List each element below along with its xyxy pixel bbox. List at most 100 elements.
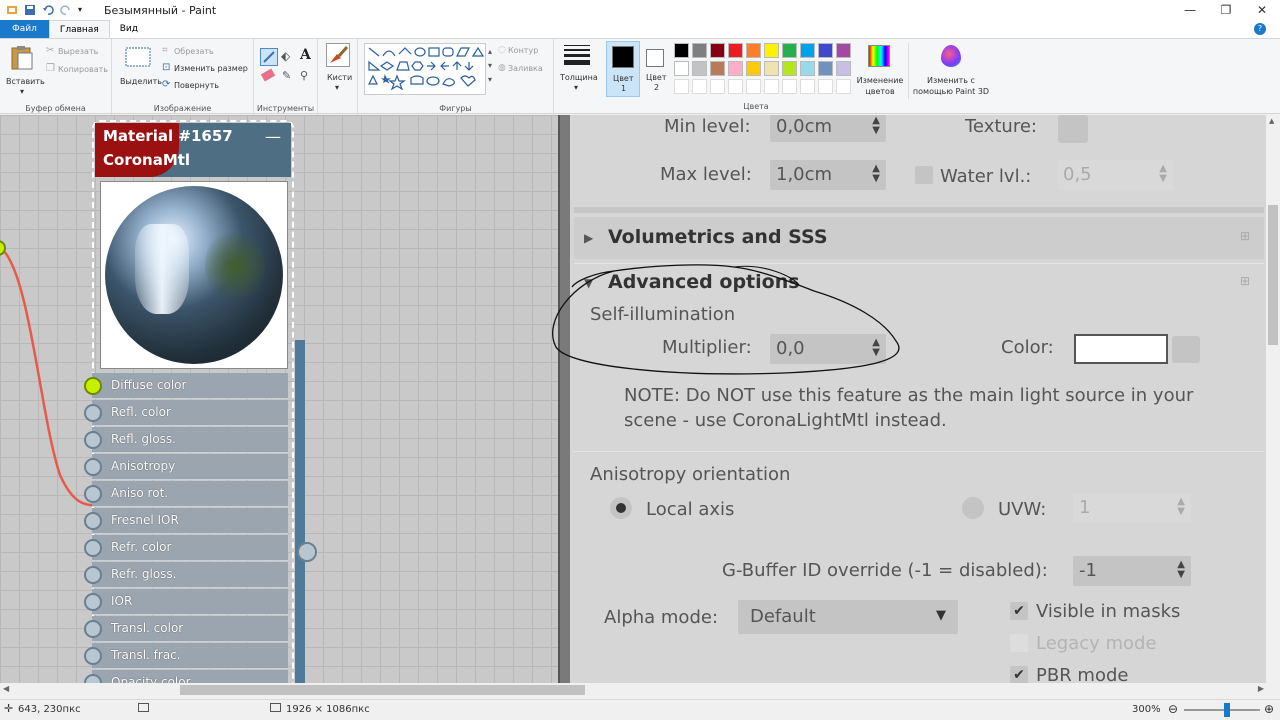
local-axis-radio[interactable]	[610, 497, 632, 519]
zoom-slider[interactable]	[1184, 703, 1260, 717]
gbuffer-spinner[interactable]: -1 ▲ ▼	[1073, 556, 1191, 586]
palette-swatch[interactable]	[818, 61, 833, 76]
node-slot-row[interactable]: Anisotropy	[84, 454, 288, 480]
slot-input-socket[interactable]	[84, 404, 102, 422]
cut-button[interactable]: Вырезать	[58, 47, 98, 56]
paint3d-button[interactable]: Изменить с помощью Paint 3D	[908, 43, 992, 99]
palette-swatch[interactable]	[728, 43, 743, 58]
fill-tool[interactable]: ⬖	[281, 49, 290, 63]
min-level-spinner[interactable]: 0,0cm ▲ ▼	[770, 115, 886, 142]
slot-input-socket[interactable]	[84, 485, 102, 503]
slot-input-socket[interactable]	[84, 593, 102, 611]
fill-button[interactable]: Заливка	[508, 64, 543, 73]
visible-in-masks-checkbox[interactable]: ✔	[1010, 602, 1028, 620]
node-slot-row[interactable]: Refr. color	[84, 535, 288, 561]
palette-swatch[interactable]	[710, 79, 725, 94]
tab-view[interactable]: Вид	[110, 20, 148, 38]
palette-swatch[interactable]	[782, 79, 797, 94]
node-slot-row[interactable]: Diffuse color	[84, 373, 288, 399]
color-picker-tool[interactable]: ✎	[282, 69, 291, 82]
node-minimize-button[interactable]: —	[265, 127, 281, 146]
save-icon[interactable]	[24, 4, 36, 16]
palette-swatch[interactable]	[782, 43, 797, 58]
vertical-scrollbar[interactable]: ▲	[1266, 115, 1280, 683]
resize-button[interactable]: Изменить размер	[174, 64, 248, 73]
alpha-mode-dropdown[interactable]: Default ▼	[738, 600, 958, 634]
rotate-button[interactable]: Повернуть	[174, 81, 219, 90]
node-slot-row[interactable]: Refl. color	[84, 400, 288, 426]
palette-swatch[interactable]	[836, 61, 851, 76]
palette-swatch[interactable]	[800, 61, 815, 76]
copy-button[interactable]: Копировать	[58, 65, 108, 74]
text-tool[interactable]: A	[300, 47, 311, 63]
node-slot-row[interactable]: Fresnel IOR	[84, 508, 288, 534]
slot-input-socket[interactable]	[84, 674, 102, 683]
zoom-in-icon[interactable]: ⊕	[1264, 702, 1274, 716]
palette-swatch[interactable]	[800, 43, 815, 58]
node-slot-row[interactable]: Refl. gloss.	[84, 427, 288, 453]
palette-swatch[interactable]	[764, 61, 779, 76]
pbr-mode-checkbox[interactable]: ✔	[1010, 666, 1028, 683]
palette-swatch[interactable]	[728, 61, 743, 76]
palette-swatch[interactable]	[818, 79, 833, 94]
texture-map-button[interactable]	[1058, 115, 1088, 143]
palette-swatch[interactable]	[836, 43, 851, 58]
palette-swatch[interactable]	[746, 43, 761, 58]
slot-input-socket[interactable]	[84, 647, 102, 665]
vertical-scroll-thumb[interactable]	[1268, 205, 1278, 345]
shapes-gallery[interactable]	[364, 43, 486, 95]
max-level-spinner[interactable]: 1,0cm ▲ ▼	[770, 160, 886, 190]
horizontal-scroll-thumb[interactable]	[180, 685, 585, 695]
palette-swatch[interactable]	[692, 79, 707, 94]
palette-swatch[interactable]	[674, 61, 689, 76]
palette-swatch[interactable]	[674, 43, 689, 58]
palette-swatch[interactable]	[674, 79, 689, 94]
palette-swatch[interactable]	[800, 79, 815, 94]
palette-swatch[interactable]	[692, 43, 707, 58]
water-level-checkbox[interactable]	[915, 166, 933, 184]
palette-swatch[interactable]	[836, 79, 851, 94]
restore-button[interactable]: ❐	[1208, 0, 1244, 20]
thickness-button[interactable]: Толщина ▾	[554, 39, 602, 115]
node-slot-row[interactable]: Transl. frac.	[84, 643, 288, 669]
slot-input-socket[interactable]	[84, 458, 102, 476]
self-illum-color-swatch[interactable]	[1074, 334, 1168, 364]
node-slot-row[interactable]: Opacity color	[84, 670, 288, 683]
customize-qat-icon[interactable]: ▾	[78, 4, 90, 16]
help-icon[interactable]: ?	[1254, 23, 1266, 35]
zoom-out-icon[interactable]: ⊖	[1168, 702, 1178, 716]
edit-colors-button[interactable]: Изменение цветов	[856, 43, 904, 99]
tab-file[interactable]: Файл	[0, 20, 49, 38]
slot-input-socket[interactable]	[84, 377, 102, 395]
volumetrics-section[interactable]: ▶ Volumetrics and SSS ⊞	[574, 217, 1264, 259]
redo-icon[interactable]	[60, 4, 72, 16]
minimize-button[interactable]: —	[1172, 0, 1208, 20]
color2-button[interactable]: Цвет 2	[640, 41, 672, 97]
palette-swatch[interactable]	[728, 79, 743, 94]
uvw-radio[interactable]	[962, 497, 984, 519]
legacy-mode-checkbox[interactable]	[1010, 634, 1028, 652]
brushes-group[interactable]: Кисти ▾	[318, 39, 358, 115]
palette-swatch[interactable]	[692, 61, 707, 76]
horizontal-scrollbar[interactable]: ◀ ▶	[0, 683, 1280, 697]
slot-input-socket[interactable]	[84, 539, 102, 557]
slot-input-socket[interactable]	[84, 566, 102, 584]
node-output-socket[interactable]	[297, 542, 317, 562]
scroll-up-icon[interactable]: ▲	[1269, 117, 1274, 125]
palette-swatch[interactable]	[782, 61, 797, 76]
undo-icon[interactable]	[42, 4, 54, 16]
node-slot-row[interactable]: IOR	[84, 589, 288, 615]
palette-swatch[interactable]	[764, 43, 779, 58]
slot-input-socket[interactable]	[84, 431, 102, 449]
water-level-spinner[interactable]: 0,5 ▲ ▼	[1057, 160, 1173, 190]
eraser-tool[interactable]	[260, 68, 276, 82]
paste-button[interactable]: Вставить ▾	[4, 43, 45, 96]
close-button[interactable]: ✕	[1244, 0, 1280, 20]
palette-swatch[interactable]	[818, 43, 833, 58]
palette-swatch[interactable]	[710, 61, 725, 76]
magnifier-tool[interactable]: ⚲	[300, 69, 308, 82]
palette-swatch[interactable]	[746, 79, 761, 94]
pencil-tool[interactable]	[260, 48, 278, 66]
self-illum-map-button[interactable]	[1172, 336, 1200, 363]
tab-home[interactable]: Главная	[48, 20, 110, 38]
